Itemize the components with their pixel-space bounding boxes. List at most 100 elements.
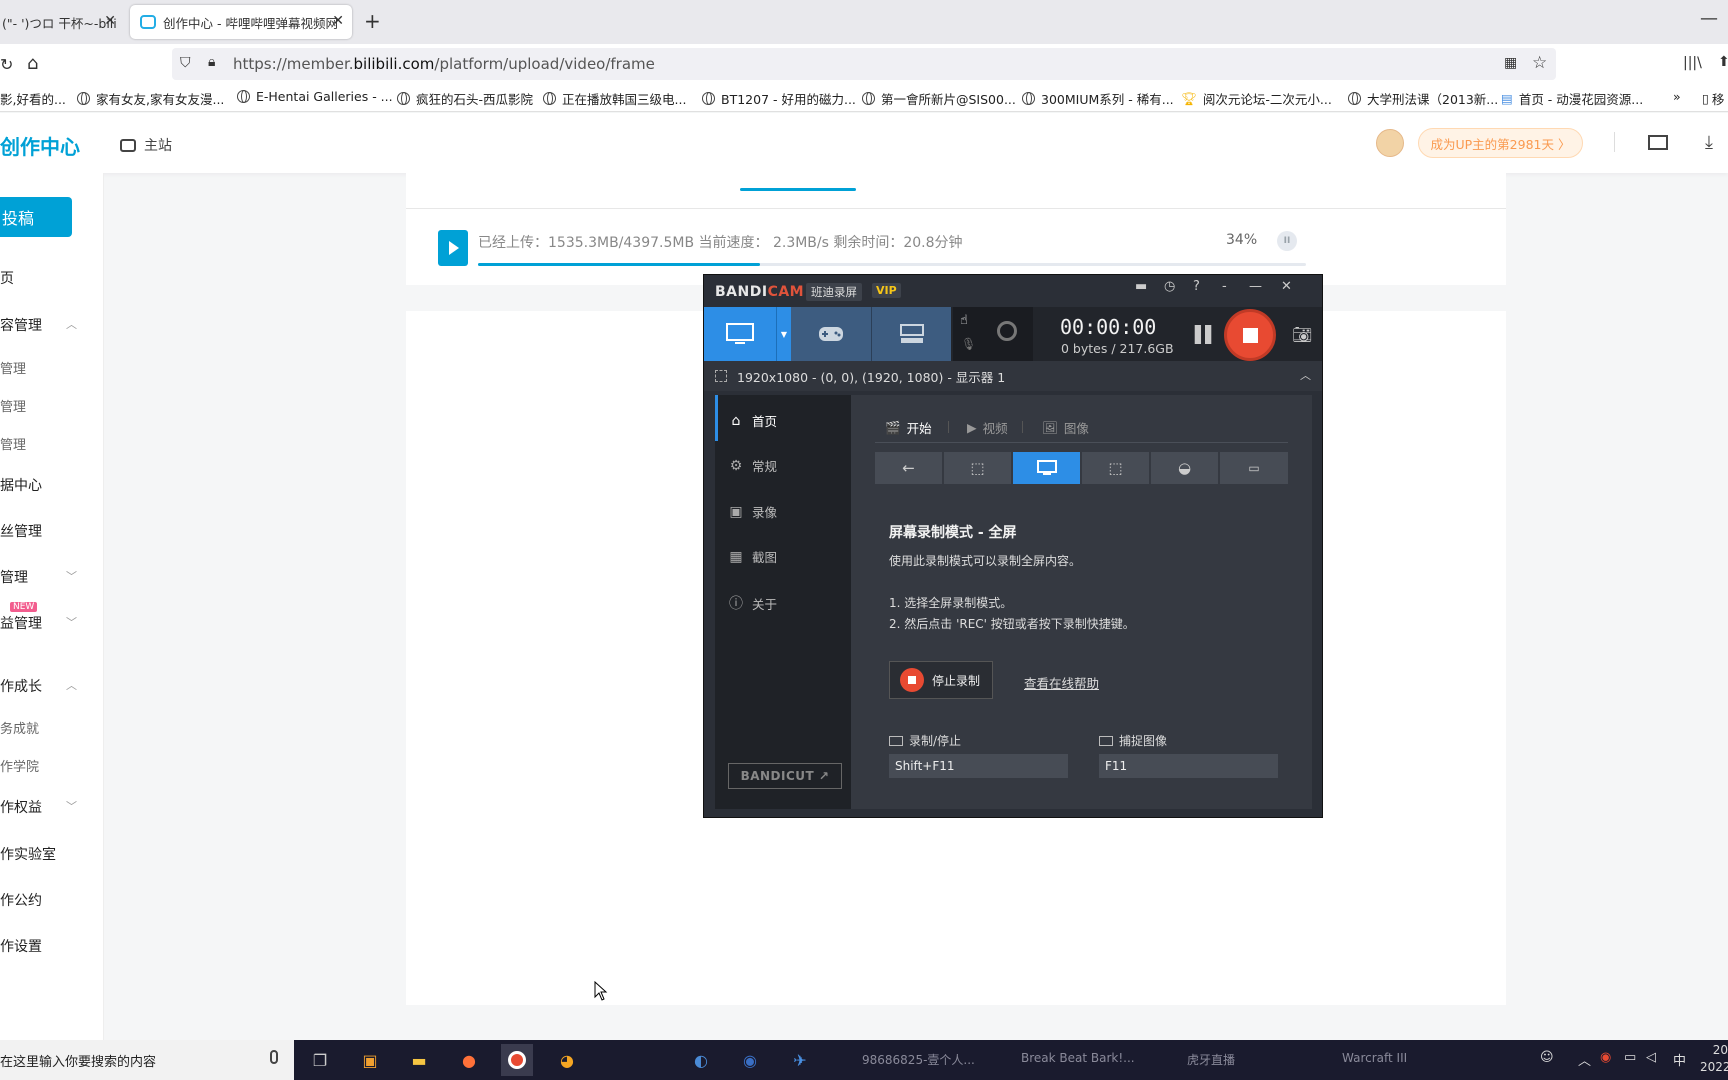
taskbar-app[interactable]: 虎牙直播 <box>1187 1051 1235 1068</box>
select-area-mode-button[interactable]: ⬚ <box>1082 452 1149 484</box>
pause-recording-icon[interactable]: ▌▌ <box>1195 325 1218 344</box>
sidebar-item-settings[interactable]: 作设置 <box>0 936 42 956</box>
sidebar-item-fans[interactable]: 丝管理 <box>0 521 42 541</box>
clock-icon[interactable]: ◷ <box>1164 279 1175 294</box>
home-icon[interactable]: ⌂ <box>27 53 38 74</box>
tray-expand-icon[interactable]: ︿ <box>1578 1050 1591 1069</box>
bookmark-item[interactable]: 影,好看的... <box>0 89 66 108</box>
library-icon[interactable]: |||\ <box>1683 55 1702 71</box>
sidebar-item-rights[interactable]: 作权益 <box>0 797 42 817</box>
app-icon[interactable]: ◕ <box>551 1044 583 1076</box>
bookmark-item[interactable]: 第一會所新片@SIS00... <box>862 89 1016 108</box>
mode-dropdown-icon[interactable]: ▼ <box>776 307 791 361</box>
taskbar-search-placeholder[interactable]: 在这里输入你要搜索的内容 <box>0 1051 156 1070</box>
bookmark-item[interactable]: 300MIUM系列 - 稀有... <box>1022 89 1174 108</box>
hotkey-record-input[interactable]: Shift+F11 <box>889 754 1068 778</box>
region-select-icon[interactable] <box>715 370 727 382</box>
game-mode-button[interactable] <box>791 307 871 361</box>
microphone-icon[interactable]: 🎙︎ <box>961 337 976 351</box>
mail-icon[interactable] <box>1648 135 1668 150</box>
volume-icon[interactable]: ◁ <box>1646 1050 1656 1065</box>
bookmark-item[interactable]: 疯狂的石头-西瓜影院 <box>397 89 533 108</box>
reload-icon[interactable]: ↻ <box>0 55 13 74</box>
tab-video[interactable]: ▶ 视频 <box>967 418 1008 437</box>
taskbar-app[interactable]: 98686825-壹个人... <box>862 1051 975 1068</box>
window-minimize-icon[interactable]: — <box>1700 8 1718 29</box>
task-view-icon[interactable]: ❐ <box>304 1044 336 1076</box>
fullscreen-mode-button[interactable] <box>1013 452 1080 484</box>
close-tab-icon[interactable]: ✕ <box>332 13 344 29</box>
hotkey-capture-input[interactable]: F11 <box>1099 754 1278 778</box>
sidebar-subitem[interactable]: 管理 <box>0 396 26 415</box>
bandicam-nav-home[interactable]: ⌂ 首页 <box>728 411 777 430</box>
game-mode-small-button[interactable]: ◒ <box>1151 452 1218 484</box>
screen-mode-button[interactable] <box>704 307 776 361</box>
taskbar-app[interactable]: Break Beat Bark!... <box>1021 1051 1135 1065</box>
app-icon[interactable]: ◉ <box>734 1044 766 1076</box>
ime-indicator[interactable]: 中 <box>1673 1050 1686 1069</box>
more-bookmarks-icon[interactable]: » <box>1673 89 1681 104</box>
bookmark-item[interactable]: 正在播放韩国三级电... <box>543 89 686 108</box>
region-mode-button[interactable]: ⬚ <box>944 452 1011 484</box>
url-text[interactable]: https://member.bilibili.com/platform/upl… <box>233 55 655 73</box>
close-icon[interactable]: ✕ <box>1281 279 1292 294</box>
camera-icon[interactable]: 📷︎ <box>1292 325 1312 344</box>
sidebar-item-growth[interactable]: 作成长 <box>0 676 42 696</box>
file-explorer-icon[interactable]: ▬ <box>403 1044 435 1076</box>
sidebar-subitem[interactable]: 管理 <box>0 358 26 377</box>
bandicam-nav-general[interactable]: ⚙ 常规 <box>728 456 777 475</box>
bookmark-item[interactable]: 🏆︎ 阅次元论坛-二次元小... <box>1181 89 1332 108</box>
up-days-badge[interactable]: 成为UP主的第2981天 〉 <box>1418 128 1583 158</box>
back-arrow-button[interactable]: ← <box>875 452 942 484</box>
firefox-icon[interactable]: ● <box>453 1044 485 1076</box>
avatar[interactable] <box>1376 129 1404 157</box>
sidebar-item-convention[interactable]: 作公约 <box>0 890 42 910</box>
sidebar-item-revenue[interactable]: 益管理 <box>0 613 42 633</box>
browser-tab[interactable]: ("- ')つロ 干杯~-bili ✕ <box>0 5 120 39</box>
sidebar-item-lab[interactable]: 作实验室 <box>0 844 56 864</box>
webcam-icon[interactable] <box>997 321 1017 341</box>
minimize-icon[interactable]: — <box>1249 279 1262 294</box>
close-tab-icon[interactable]: ✕ <box>104 13 116 29</box>
main-site-link[interactable]: 主站 <box>120 135 172 155</box>
sidebar-subitem[interactable]: 务成就 <box>0 718 39 737</box>
bookmark-item[interactable]: 家有女友,家有女友漫... <box>77 89 224 108</box>
webcam-panel[interactable]: ☝ 🎙︎ <box>953 307 1033 361</box>
chevron-up-icon[interactable]: ︿ <box>66 316 77 332</box>
sidebar-subitem[interactable]: 管理 <box>0 434 26 453</box>
creator-center-logo[interactable]: 创作中心 <box>0 131 80 160</box>
bandicam-nav-image[interactable]: ▦ 截图 <box>728 547 777 566</box>
chevron-up-icon[interactable]: ︿ <box>66 677 77 693</box>
help-icon[interactable]: ? <box>1193 279 1200 294</box>
hdmi-mode-button[interactable] <box>871 307 951 361</box>
bandicam-nav-video[interactable]: ▣ 录像 <box>728 502 777 521</box>
sidebar-item-data[interactable]: 据中心 <box>0 475 42 495</box>
folder-icon[interactable]: ▬ <box>1135 279 1147 294</box>
tab-image[interactable]: 🖼 图像 <box>1042 418 1089 437</box>
qr-code-icon[interactable]: ▦ <box>1504 55 1517 71</box>
bookmark-item[interactable]: 大学刑法课（2013新... <box>1348 89 1498 108</box>
download-icon[interactable]: ⤓ <box>1705 132 1713 153</box>
microphone-icon[interactable] <box>270 1050 278 1064</box>
chevron-down-icon[interactable]: ﹀ <box>66 614 77 630</box>
collapse-up-icon[interactable]: ︿ <box>1300 367 1311 383</box>
browser-tab-active[interactable]: 创作中心 - 哔哩哔哩弹幕视频网 ✕ <box>130 5 352 39</box>
online-help-link[interactable]: 查看在线帮助 <box>1024 673 1099 692</box>
taskbar-clock[interactable]: 20 2022 <box>1700 1042 1728 1076</box>
upload-button[interactable]: 投稿 <box>0 197 72 237</box>
network-icon[interactable]: ▭ <box>1624 1050 1636 1065</box>
new-tab-button[interactable]: + <box>364 9 381 33</box>
bookmark-item[interactable]: ▤ 首页 - 动漫花园资源... <box>1501 89 1643 108</box>
stop-recording-button[interactable]: 停止录制 <box>889 661 993 699</box>
pause-upload-button[interactable]: II <box>1277 231 1297 251</box>
sidebar-item-content[interactable]: 容管理 <box>0 315 42 335</box>
bandicam-taskbar-icon[interactable] <box>501 1044 533 1076</box>
sidebar-item-manage[interactable]: 管理 <box>0 567 28 587</box>
store-icon[interactable]: ▣ <box>354 1044 386 1076</box>
sidebar-subitem[interactable]: 作学院 <box>0 756 39 775</box>
extension-icon[interactable]: ⬆ <box>1718 54 1728 70</box>
bandicam-nav-about[interactable]: ⓘ 关于 <box>728 593 777 613</box>
app-icon[interactable]: ✈ <box>784 1044 816 1076</box>
chevron-down-icon[interactable]: ﹀ <box>66 798 77 814</box>
shield-icon[interactable]: ⛉ <box>180 55 191 71</box>
